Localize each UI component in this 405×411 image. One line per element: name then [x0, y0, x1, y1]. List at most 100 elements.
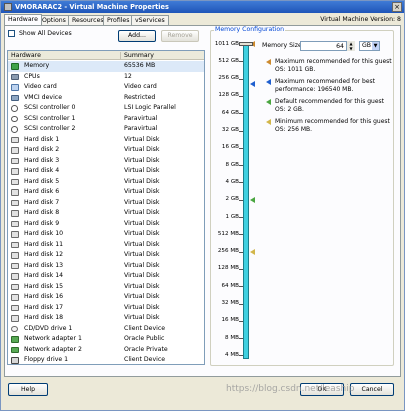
hardware-name: Hard disk 16 [24, 293, 64, 300]
hardware-name: Hard disk 8 [24, 209, 60, 216]
hard-disk-icon [11, 199, 19, 206]
hardware-row[interactable]: Hard disk 1 Virtual Disk [8, 135, 204, 146]
recommendation-marker-icon [266, 79, 271, 85]
hardware-summary: Virtual Disk [124, 314, 160, 321]
hardware-row[interactable]: CD/DVD drive 1 Client Device [8, 324, 204, 335]
cancel-button[interactable]: Cancel [350, 383, 394, 396]
hardware-row[interactable]: CPUs 12 [8, 72, 204, 83]
hardware-row[interactable]: Hard disk 11 Virtual Disk [8, 240, 204, 251]
tab-profiles[interactable]: Profiles [103, 15, 134, 25]
hardware-row[interactable]: VMCI device Restricted [8, 93, 204, 104]
hardware-summary: Client Device [124, 324, 166, 332]
scale-label: 1011 GB [214, 40, 239, 47]
show-all-devices-checkbox[interactable] [8, 30, 15, 37]
hard-disk-icon [11, 273, 19, 280]
hardware-row[interactable]: Hard disk 2 Virtual Disk [8, 145, 204, 156]
help-button[interactable]: Help [8, 383, 48, 396]
hardware-summary: Restricted [124, 93, 156, 101]
remove-button[interactable]: Remove [161, 30, 199, 42]
hardware-row[interactable]: Hard disk 9 Virtual Disk [8, 219, 204, 230]
scale-label: 64 MB [221, 282, 239, 289]
tab-resources[interactable]: Resources [68, 15, 108, 25]
scale-label: 4 GB [225, 178, 239, 185]
hardware-name: Hard disk 10 [24, 230, 64, 237]
recommendation-marker-icon [266, 119, 271, 125]
hardware-row[interactable]: Hard disk 3 Virtual Disk [8, 156, 204, 167]
hardware-summary: 65536 MB [124, 62, 156, 69]
hardware-row[interactable]: Hard disk 15 Virtual Disk [8, 282, 204, 293]
hardware-row[interactable]: Hard disk 7 Virtual Disk [8, 198, 204, 209]
column-header-hardware[interactable]: Hardware [11, 51, 41, 60]
hardware-summary: Video card [124, 83, 157, 90]
memory-unit-value: GB [362, 42, 372, 49]
tab-options[interactable]: Options [38, 15, 70, 25]
hardware-row[interactable]: Hard disk 4 Virtual Disk [8, 166, 204, 177]
tab-hardware[interactable]: Hardware [4, 14, 42, 25]
floppy-icon [11, 357, 19, 364]
scale-label: 8 MB [224, 334, 239, 341]
recommendation-note: Default recommended for this guest OS: 2… [266, 98, 393, 113]
scale-label: 512 MB [217, 230, 239, 237]
hardware-summary: Virtual Disk [124, 167, 160, 174]
recommendation-note: Maximum recommended for best performance… [266, 78, 393, 93]
hardware-summary: Virtual Disk [124, 219, 160, 227]
hardware-row[interactable]: Network adapter 1 Oracle Public [8, 334, 204, 345]
tab-vservices[interactable]: vServices [131, 15, 169, 25]
memory-slider-track[interactable] [243, 43, 249, 359]
hardware-summary: Virtual Disk [124, 240, 160, 248]
hardware-row[interactable]: Video card Video card [8, 82, 204, 93]
watermark-text: https://blog.csdn.net/leaship [226, 384, 355, 394]
scale-label: 32 GB [221, 127, 239, 133]
column-separator[interactable] [120, 52, 121, 59]
hard-disk-icon [11, 136, 19, 143]
chevron-down-icon[interactable]: ▼ [372, 42, 379, 50]
hard-disk-icon [11, 168, 19, 175]
hardware-summary: Virtual Disk [124, 293, 160, 300]
hard-disk-icon [11, 262, 19, 269]
column-header-summary[interactable]: Summary [124, 51, 154, 60]
memory-unit-select[interactable]: GB ▼ [359, 41, 380, 51]
hardware-row[interactable]: SCSI controller 1 Paravirtual [8, 114, 204, 125]
scale-label: 128 MB [217, 265, 239, 272]
hard-disk-icon [11, 315, 19, 322]
memory-size-spinner[interactable]: ▲ ▼ [346, 41, 355, 51]
recommendation-text: Default recommended for this guest OS: 2… [275, 98, 385, 113]
hardware-row[interactable]: Hard disk 13 Virtual Disk [8, 261, 204, 272]
add-button[interactable]: Add... [118, 30, 156, 42]
hardware-row[interactable]: Network adapter 2 Oracle Private [8, 345, 204, 356]
hardware-summary: Paravirtual [124, 114, 158, 122]
hardware-row[interactable]: Hard disk 17 Virtual Disk [8, 303, 204, 314]
hardware-name: Hard disk 3 [24, 156, 60, 164]
hardware-row[interactable]: Hard disk 10 Virtual Disk [8, 229, 204, 240]
hardware-row[interactable]: Hard disk 6 Virtual Disk [8, 187, 204, 198]
hard-disk-icon [11, 178, 19, 185]
minimum-recommended-marker [250, 248, 255, 255]
hard-disk-icon [11, 189, 19, 196]
hardware-summary: Virtual Disk [124, 156, 160, 164]
memory-icon [11, 63, 19, 70]
hardware-row[interactable]: Hard disk 12 Virtual Disk [8, 250, 204, 261]
hardware-row[interactable]: Hard disk 18 Virtual Disk [8, 313, 204, 324]
recommendation-text: Maximum recommended for best performance… [275, 78, 376, 93]
hardware-row[interactable]: SCSI controller 0 LSI Logic Parallel [8, 103, 204, 114]
scale-label: 256 GB [218, 75, 239, 82]
hardware-row[interactable]: Hard disk 14 Virtual Disk [8, 271, 204, 282]
hardware-row[interactable]: SCSI controller 2 Paravirtual [8, 124, 204, 135]
hardware-row[interactable]: Hard disk 5 Virtual Disk [8, 177, 204, 188]
hardware-row[interactable]: Hard disk 8 Virtual Disk [8, 208, 204, 219]
hardware-row[interactable]: Floppy drive 1 Client Device [8, 355, 204, 364]
scsi-controller-icon [11, 126, 18, 133]
hardware-name: Hard disk 18 [24, 314, 64, 321]
hardware-summary: Paravirtual [124, 125, 158, 132]
close-button[interactable]: × [392, 2, 402, 12]
recommendation-marker-icon [266, 99, 271, 105]
hardware-name: Hard disk 11 [24, 240, 64, 248]
recommendation-note: Minimum recommended for this guest OS: 2… [266, 118, 393, 133]
title-bar: VMORARAC2 - Virtual Machine Properties × [1, 1, 404, 13]
hardware-row[interactable]: Memory 65536 MB [8, 61, 204, 72]
memory-slider-thumb[interactable] [239, 42, 253, 46]
hardware-name: Network adapter 2 [24, 345, 82, 353]
recommendation-marker-icon [266, 59, 271, 65]
cpu-icon [11, 73, 19, 80]
hardware-row[interactable]: Hard disk 16 Virtual Disk [8, 292, 204, 303]
